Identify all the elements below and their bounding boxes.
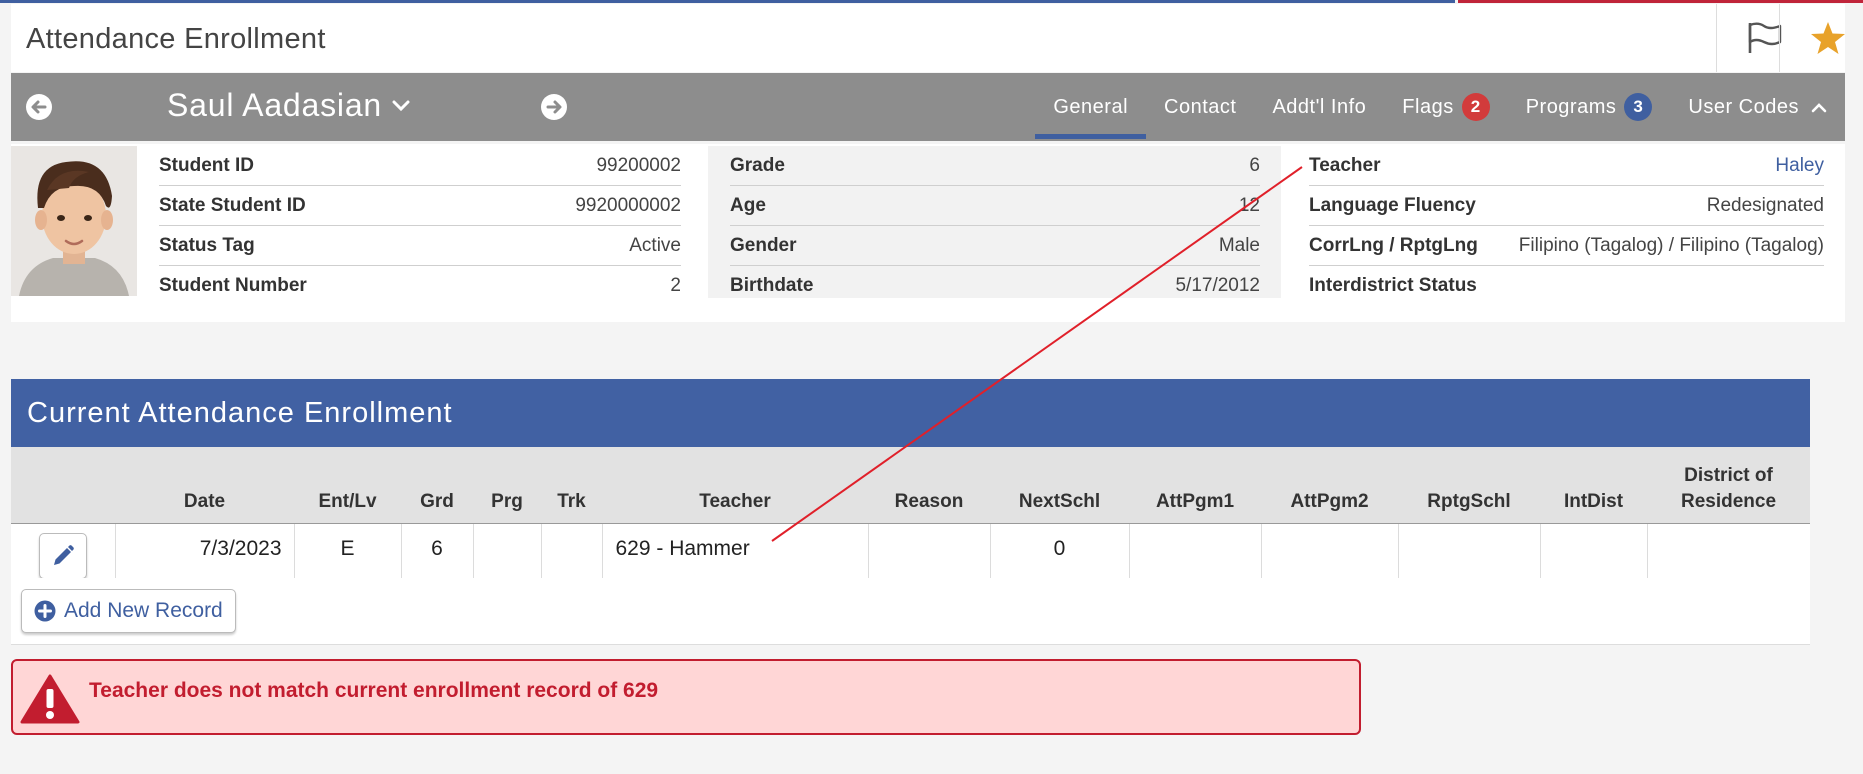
flag-icon <box>1748 22 1782 53</box>
info-value: 6 <box>1249 154 1260 176</box>
column-header-attpgm1[interactable]: AttPgm1 <box>1129 447 1261 524</box>
info-label: Status Tag <box>159 234 255 256</box>
column-header-trk[interactable]: Trk <box>541 447 602 524</box>
student-photo <box>11 146 137 296</box>
student-info-panel: Student ID 99200002 State Student ID 992… <box>11 144 1845 322</box>
tab-general[interactable]: General <box>1035 73 1146 141</box>
add-new-record-label: Add New Record <box>64 599 223 622</box>
column-header-date[interactable]: Date <box>115 447 294 524</box>
edit-record-button[interactable] <box>38 533 87 579</box>
tab-user-codes[interactable]: User Codes <box>1670 73 1845 141</box>
star-icon <box>1811 22 1845 54</box>
tab-label: Flags <box>1402 95 1454 118</box>
tab-label: Programs <box>1525 95 1617 118</box>
info-value: Male <box>1218 234 1260 256</box>
tab-label: General <box>1053 95 1129 118</box>
add-new-record-button[interactable]: Add New Record <box>21 589 236 633</box>
tab-label: User Codes <box>1688 95 1799 118</box>
info-label: CorrLng / RptgLng <box>1309 234 1478 256</box>
info-label: Birthdate <box>730 274 814 296</box>
arrow-left-circle-icon[interactable] <box>25 93 53 121</box>
info-row-teacher: Teacher Haley <box>1309 146 1824 186</box>
info-row-student-id: Student ID 99200002 <box>159 146 681 186</box>
info-row-birthdate: Birthdate 5/17/2012 <box>730 266 1260 305</box>
info-label: State Student ID <box>159 194 306 216</box>
info-column-demographics: Grade 6 Age 12 Gender Male Birthdate 5/1… <box>708 146 1281 298</box>
info-row-language-fluency: Language Fluency Redesignated <box>1309 186 1824 226</box>
section-title: Current Attendance Enrollment <box>11 379 1810 447</box>
info-value: 2 <box>670 274 681 296</box>
column-header-intdist[interactable]: IntDist <box>1540 447 1647 524</box>
top-accent-red <box>1458 0 1863 3</box>
info-row-student-number: Student Number 2 <box>159 266 681 305</box>
tab-label: Contact <box>1164 95 1237 118</box>
plus-circle-icon <box>34 600 56 622</box>
info-label: Student Number <box>159 274 307 296</box>
column-header-nextschl[interactable]: NextSchl <box>990 447 1129 524</box>
info-value: Active <box>629 234 681 256</box>
student-name-dropdown[interactable]: Saul Aadasian <box>167 87 410 124</box>
info-row-gender: Gender Male <box>730 226 1260 266</box>
page-title: Attendance Enrollment <box>26 23 326 55</box>
column-header-prg[interactable]: Prg <box>473 447 541 524</box>
info-row-status-tag: Status Tag Active <box>159 226 681 266</box>
page-header: Attendance Enrollment <box>11 4 1845 72</box>
alert-message: Teacher does not match current enrollmen… <box>89 679 659 702</box>
student-name: Saul Aadasian <box>167 87 383 123</box>
tab-flags[interactable]: Flags 2 <box>1384 73 1507 141</box>
info-value: 99200002 <box>596 154 681 176</box>
info-row-state-student-id: State Student ID 9920000002 <box>159 186 681 226</box>
info-row-corr-lng: CorrLng / RptgLng Filipino (Tagalog) / F… <box>1309 226 1824 266</box>
info-label: Age <box>730 194 766 216</box>
tab-programs[interactable]: Programs 3 <box>1508 73 1671 141</box>
pencil-icon <box>53 545 74 565</box>
arrow-right-circle-icon[interactable] <box>540 93 568 121</box>
column-header-attpgm2[interactable]: AttPgm2 <box>1261 447 1398 524</box>
top-accent-blue <box>0 0 1455 3</box>
error-alert: Teacher does not match current enrollmen… <box>11 659 1361 735</box>
info-value: Redesignated <box>1706 194 1824 216</box>
flags-count-badge: 2 <box>1461 93 1490 121</box>
programs-count-badge: 3 <box>1624 93 1653 121</box>
info-label: Student ID <box>159 154 254 176</box>
info-column-school: Teacher Haley Language Fluency Redesigna… <box>1287 146 1845 298</box>
info-row-grade: Grade 6 <box>730 146 1260 186</box>
tab-label: Addt'l Info <box>1272 95 1367 118</box>
column-header-teacher[interactable]: Teacher <box>602 447 868 524</box>
warning-triangle-icon <box>20 674 80 724</box>
student-tabs: General Contact Addt'l Info Flags 2 Prog… <box>1035 73 1845 141</box>
tab-contact[interactable]: Contact <box>1146 73 1254 141</box>
favorite-button[interactable] <box>1779 4 1863 72</box>
column-header-rptgschl[interactable]: RptgSchl <box>1398 447 1540 524</box>
top-accent-line <box>0 0 1863 3</box>
info-column-identity: Student ID 99200002 State Student ID 992… <box>137 146 702 298</box>
info-row-interdistrict-status: Interdistrict Status <box>1309 266 1824 305</box>
column-header <box>11 447 115 524</box>
student-bar: Saul Aadasian General Contact Addt'l Inf… <box>11 73 1845 141</box>
column-header-grd[interactable]: Grd <box>401 447 473 524</box>
info-label: Gender <box>730 234 797 256</box>
column-header-ent-lv[interactable]: Ent/Lv <box>294 447 401 524</box>
info-value: 5/17/2012 <box>1175 274 1260 296</box>
info-value: Filipino (Tagalog) / Filipino (Tagalog) <box>1518 234 1824 256</box>
column-header-reason[interactable]: Reason <box>868 447 990 524</box>
chevron-up-icon <box>1811 102 1827 112</box>
info-label: Language Fluency <box>1309 194 1476 216</box>
teacher-link[interactable]: Haley <box>1775 155 1824 177</box>
table-header-row: Date Ent/Lv Grd Prg Trk Teacher Reason N… <box>11 447 1810 524</box>
info-label: Interdistrict Status <box>1309 274 1477 296</box>
tab-addtl-info[interactable]: Addt'l Info <box>1254 73 1384 141</box>
info-label: Teacher <box>1309 154 1381 176</box>
column-header-district-of-residence[interactable]: District of Residence <box>1647 447 1810 524</box>
info-label: Grade <box>730 154 785 176</box>
info-value: 9920000002 <box>575 194 681 216</box>
info-row-age: Age 12 <box>730 186 1260 226</box>
add-record-row: Add New Record <box>11 578 1810 645</box>
student-avatar-icon <box>11 146 137 296</box>
info-value: 12 <box>1238 194 1260 216</box>
chevron-down-icon <box>392 100 410 111</box>
